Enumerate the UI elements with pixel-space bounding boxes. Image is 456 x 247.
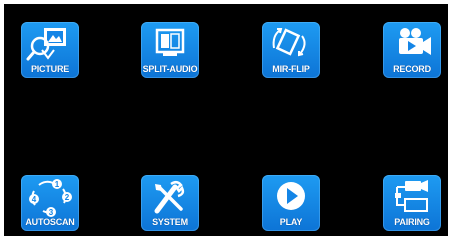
- svg-text:4: 4: [32, 195, 37, 204]
- record-button[interactable]: RECORD: [383, 22, 441, 78]
- system-button[interactable]: SYSTEM: [141, 175, 199, 231]
- mir-flip-label: MIR-FLIP: [272, 64, 310, 74]
- picture-label: PICTURE: [30, 64, 70, 74]
- autoscan-button[interactable]: 1 2 3 4 AUTOSCAN: [21, 175, 79, 231]
- split-audio-button[interactable]: SPLIT-AUDIO: [141, 22, 199, 78]
- svg-text:3: 3: [49, 208, 54, 217]
- picture-button[interactable]: PICTURE: [21, 22, 79, 78]
- split-audio-label: SPLIT-AUDIO: [142, 64, 198, 74]
- mir-flip-button[interactable]: MIR-FLIP: [262, 22, 320, 78]
- play-button[interactable]: PLAY: [262, 175, 320, 231]
- autoscan-label: AUTOSCAN: [25, 217, 75, 227]
- record-label: RECORD: [393, 64, 431, 74]
- pairing-button[interactable]: PAIRING: [383, 175, 441, 231]
- system-label: SYSTEM: [152, 217, 188, 227]
- svg-text:2: 2: [65, 193, 70, 202]
- pairing-label: PAIRING: [394, 217, 430, 227]
- svg-text:1: 1: [55, 180, 60, 189]
- menu-screen: PICTURE SPLIT-AUDIO MIR-FLIP RECORD 1 2 …: [4, 4, 448, 236]
- play-label: PLAY: [279, 217, 303, 227]
